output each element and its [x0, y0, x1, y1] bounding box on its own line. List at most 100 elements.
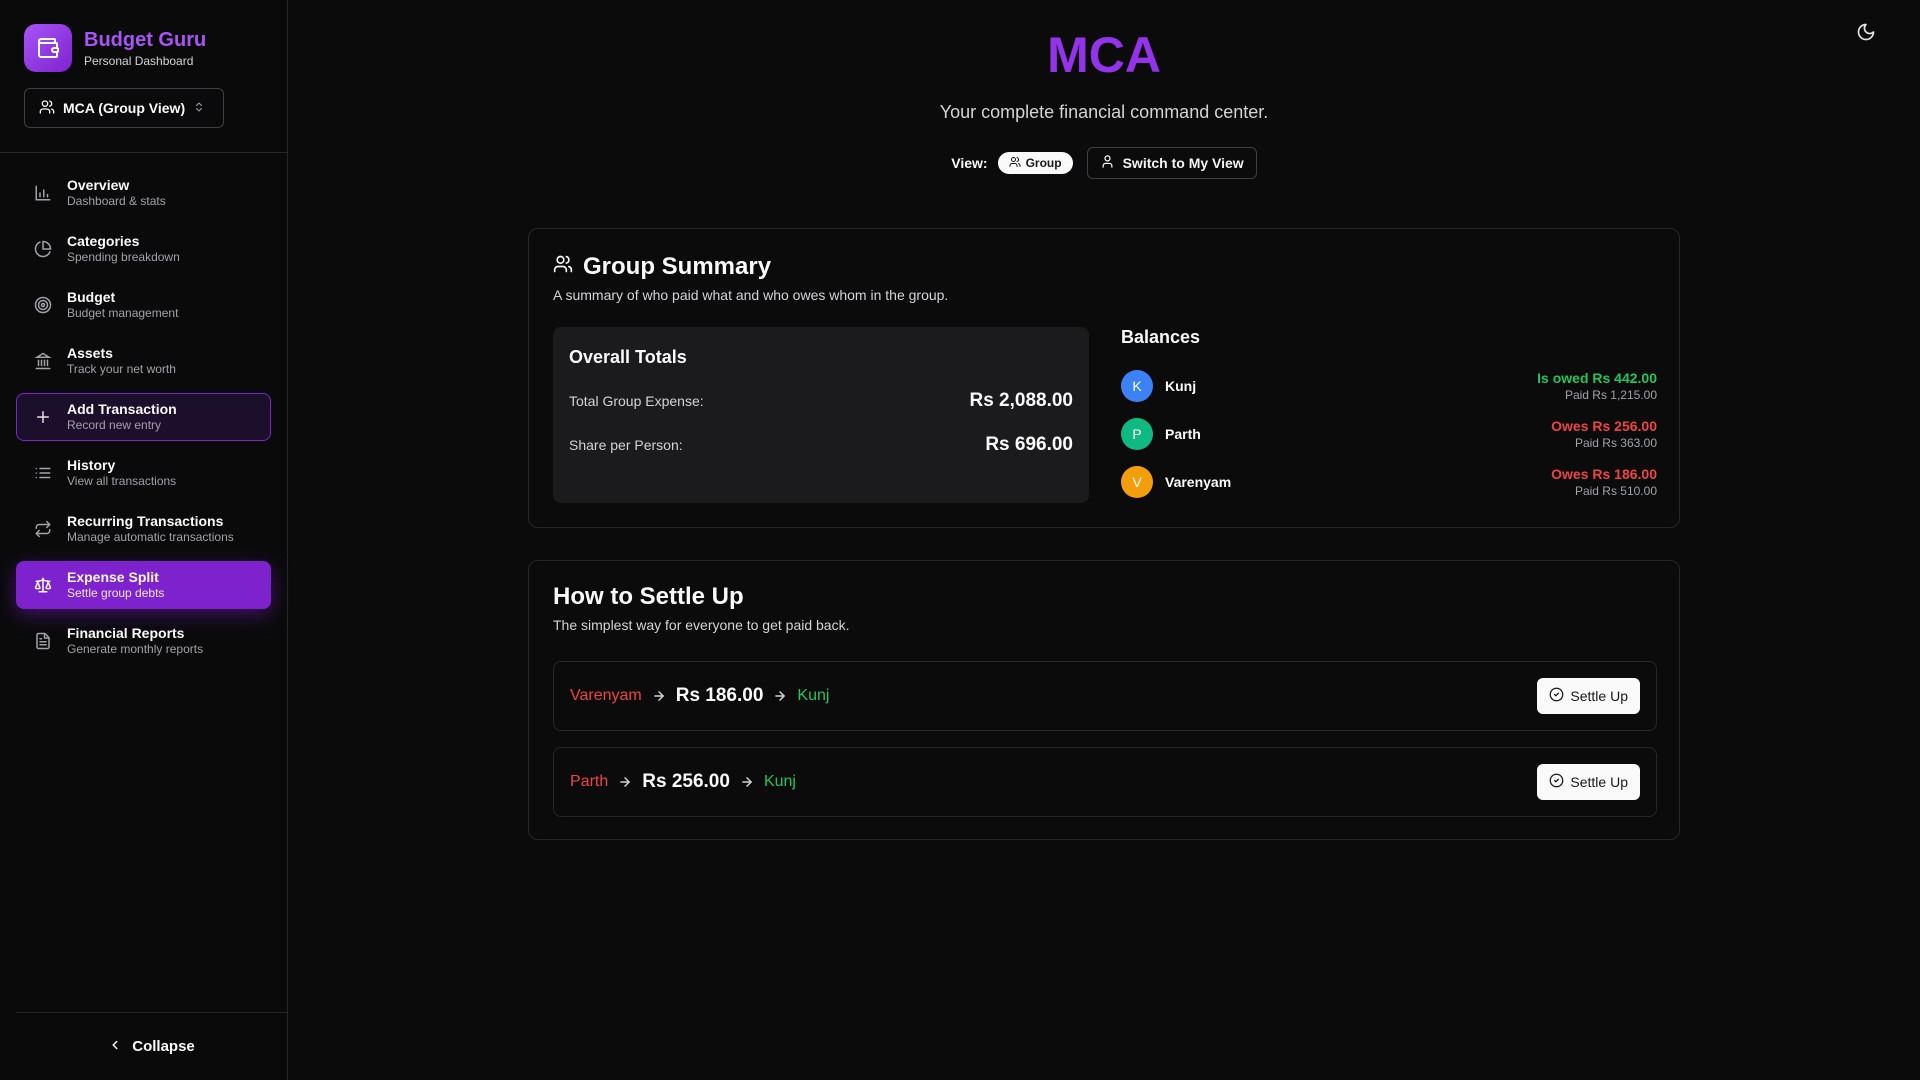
moon-icon[interactable] — [1856, 22, 1880, 46]
switch-view-label: Switch to My View — [1122, 155, 1244, 171]
settlement-to: Kunj — [797, 687, 830, 704]
balances-title: Balances — [1121, 327, 1201, 347]
sidebar-item-overview[interactable]: Overview Dashboard & stats — [16, 169, 271, 217]
share-label: Share per Person: — [569, 437, 683, 453]
arrow-right-icon — [652, 689, 666, 703]
balance-status: Is owed Rs 442.00 — [1537, 370, 1657, 386]
settlement-amount: Rs 186.00 — [675, 685, 764, 706]
users-icon — [553, 253, 573, 281]
users-icon — [39, 99, 55, 118]
balance-name: Varenyam — [1165, 474, 1232, 490]
balance-paid: Paid Rs 510.00 — [1574, 484, 1657, 498]
sidebar-item-add-transaction[interactable]: Add Transaction Record new entry — [16, 393, 271, 441]
settle-up-title: How to Settle Up — [553, 583, 744, 610]
share-per-person-row: Share per Person: Rs 696.00 — [569, 434, 1073, 456]
arrow-right-icon — [740, 775, 754, 789]
sidebar-item-sub: Manage automatic transactions — [67, 530, 234, 544]
sidebar-item-label: Financial Reports — [67, 625, 185, 641]
collapse-button[interactable]: Collapse — [16, 1012, 287, 1080]
user-icon — [1100, 154, 1115, 172]
settle-up-button[interactable]: Settle Up — [1537, 764, 1640, 800]
settlement-to: Kunj — [763, 773, 796, 790]
check-circle-icon — [1549, 773, 1564, 791]
balance-status: Owes Rs 256.00 — [1551, 418, 1657, 434]
sidebar-item-sub: View all transactions — [67, 474, 177, 488]
sidebar-item-financial-reports[interactable]: Financial Reports Generate monthly report… — [16, 617, 271, 665]
switch-to-my-view-button[interactable]: Switch to My View — [1086, 147, 1257, 179]
group-summary-card: Group Summary A summary of who paid what… — [528, 228, 1680, 528]
brand: Budget Guru Personal Dashboard — [0, 0, 287, 74]
pie-chart-icon — [33, 239, 53, 259]
chevrons-up-down-icon — [193, 100, 205, 117]
avatar: K — [1121, 370, 1153, 402]
total-group-expense-row: Total Group Expense: Rs 2,088.00 — [569, 390, 1073, 412]
settlement-row: Parth Rs 256.00 Kunj Settle Up — [553, 747, 1657, 817]
settle-up-button[interactable]: Settle Up — [1537, 678, 1640, 714]
view-switcher: View: Group Switch to My View — [288, 147, 1920, 179]
sidebar-item-label: Assets — [67, 345, 113, 361]
balance-name: Kunj — [1165, 378, 1197, 394]
settle-up-description: The simplest way for everyone to get pai… — [553, 617, 850, 633]
arrow-right-icon — [618, 775, 632, 789]
sidebar-item-recurring-transactions[interactable]: Recurring Transactions Manage automatic t… — [16, 505, 271, 553]
avatar: V — [1121, 466, 1153, 498]
settlement-row: Varenyam Rs 186.00 Kunj Settle Up — [553, 661, 1657, 731]
sidebar-item-label: Categories — [67, 233, 140, 249]
sidebar-item-sub: Budget management — [67, 306, 179, 320]
file-text-icon — [33, 631, 53, 651]
sidebar-item-sub: Settle group debts — [67, 586, 165, 600]
sidebar-item-label: History — [67, 457, 116, 473]
bank-icon — [33, 351, 53, 371]
share-value: Rs 696.00 — [985, 434, 1073, 455]
sidebar-item-sub: Record new entry — [67, 418, 162, 432]
scale-icon — [33, 575, 53, 595]
sidebar-item-label: Add Transaction — [67, 401, 177, 417]
wallet-icon — [24, 24, 72, 72]
page-header: MCA Your complete financial command cent… — [288, 0, 1920, 179]
sidebar-nav: Overview Dashboard & stats Categories Spen… — [0, 153, 287, 665]
sidebar-item-history[interactable]: History View all transactions — [16, 449, 271, 497]
sidebar-item-assets[interactable]: Assets Track your net worth — [16, 337, 271, 385]
page-title: MCA — [1047, 27, 1161, 83]
sidebar-item-label: Expense Split — [67, 569, 159, 585]
total-value: Rs 2,088.00 — [969, 390, 1073, 411]
balance-row-varenyam: V Varenyam Owes Rs 186.00 Paid Rs 510.00 — [1121, 458, 1657, 506]
sidebar-item-label: Recurring Transactions — [67, 513, 224, 529]
sidebar: Budget Guru Personal Dashboard MCA (Grou… — [0, 0, 288, 1080]
balance-row-parth: P Parth Owes Rs 256.00 Paid Rs 363.00 — [1121, 410, 1657, 458]
check-circle-icon — [1549, 687, 1564, 705]
balance-paid: Paid Rs 363.00 — [1574, 436, 1657, 450]
group-summary-description: A summary of who paid what and who owes … — [553, 287, 949, 303]
balance-status: Owes Rs 186.00 — [1551, 466, 1657, 482]
balances-panel: Balances K Kunj Is owed Rs 442.00 Paid R… — [1121, 327, 1657, 506]
sidebar-item-budget[interactable]: Budget Budget management — [16, 281, 271, 329]
target-icon — [33, 295, 53, 315]
sidebar-item-sub: Spending breakdown — [67, 250, 180, 264]
brand-title: Budget Guru — [84, 28, 207, 51]
collapse-label: Collapse — [132, 1038, 195, 1055]
sidebar-item-expense-split[interactable]: Expense Split Settle group debts — [16, 561, 271, 609]
group-summary-title: Group Summary — [553, 253, 1655, 281]
settlement-amount: Rs 256.00 — [642, 771, 730, 792]
balance-name: Parth — [1165, 426, 1201, 442]
settle-up-label: Settle Up — [1570, 774, 1628, 790]
settle-up-card: How to Settle Up The simplest way for ev… — [528, 560, 1680, 840]
main-content: MCA Your complete financial command cent… — [288, 0, 1920, 1080]
sidebar-item-categories[interactable]: Categories Spending breakdown — [16, 225, 271, 273]
sidebar-item-sub: Track your net worth — [67, 362, 176, 376]
page-subtitle: Your complete financial command center. — [939, 102, 1269, 122]
total-label: Total Group Expense: — [569, 393, 704, 409]
view-badge-group: Group — [997, 152, 1073, 174]
avatar: P — [1121, 418, 1153, 450]
brand-subtitle: Personal Dashboard — [84, 53, 194, 68]
group-selector[interactable]: MCA (Group View) — [24, 88, 224, 128]
overall-totals-panel: Overall Totals Total Group Expense: Rs 2… — [553, 327, 1089, 503]
overall-totals-title: Overall Totals — [569, 347, 687, 367]
view-pill-label: Group — [1025, 156, 1062, 170]
sidebar-item-label: Budget — [67, 289, 116, 305]
plus-icon — [33, 407, 53, 427]
sidebar-item-label: Overview — [67, 177, 130, 193]
group-selector-label: MCA (Group View) — [63, 100, 186, 116]
balance-row-kunj: K Kunj Is owed Rs 442.00 Paid Rs 1,215.0… — [1121, 362, 1657, 410]
settlement-from: Parth — [570, 773, 609, 790]
